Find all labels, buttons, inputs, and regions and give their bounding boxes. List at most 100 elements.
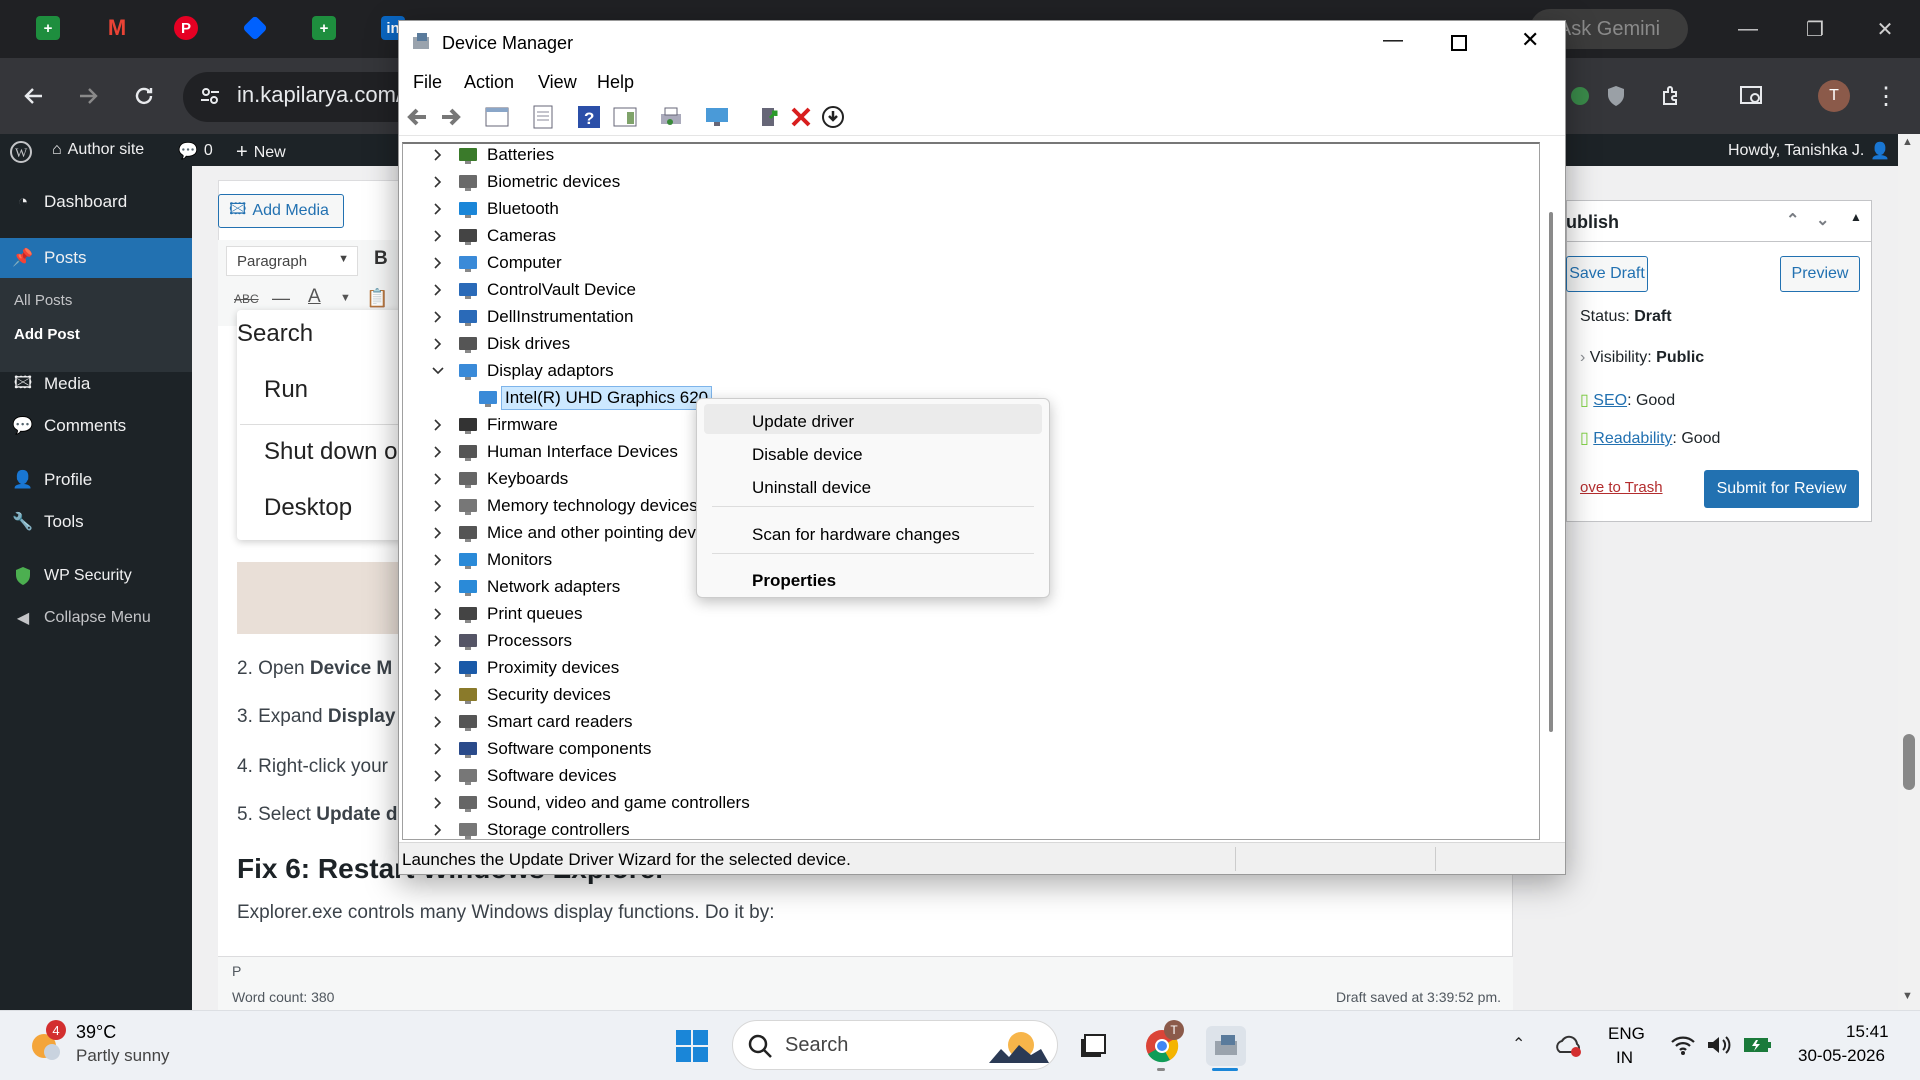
sidebar-item-dashboard[interactable]: ◔ Dashboard [0, 186, 192, 218]
battery-charging-icon[interactable] [1742, 1032, 1774, 1056]
readability-link[interactable]: Readability [1593, 430, 1672, 447]
tab-pinterest[interactable]: P [168, 10, 204, 46]
show-hide-console-tree-icon[interactable] [484, 104, 510, 130]
update-driver-icon[interactable] [756, 104, 782, 130]
submit-for-review-button[interactable]: Submit for Review [1704, 470, 1859, 508]
tree-item[interactable]: Proximity devices [429, 655, 619, 681]
weather-condition[interactable]: Partly sunny [76, 1046, 170, 1066]
chevron-right-icon[interactable] [429, 416, 447, 434]
tree-item[interactable]: Software devices [429, 763, 616, 789]
tree-item[interactable]: Processors [429, 628, 572, 654]
tree-item[interactable]: Cameras [429, 223, 556, 249]
move-down-icon[interactable]: ⌄ [1816, 210, 1829, 230]
wifi-icon[interactable] [1670, 1034, 1696, 1056]
comments-link[interactable]: 💬 0 [178, 141, 213, 161]
menu-file[interactable]: File [413, 72, 442, 93]
chevron-right-icon[interactable] [429, 254, 447, 272]
tab-search-icon[interactable] [1736, 80, 1768, 112]
site-name-link[interactable]: ⌂ Author site [52, 141, 144, 159]
taskbar-search-box[interactable]: Search [732, 1020, 1058, 1070]
save-draft-button[interactable]: Save Draft [1566, 256, 1648, 292]
close-icon[interactable]: ✕ [1870, 14, 1900, 44]
disable-device-icon[interactable] [820, 104, 846, 130]
tree-item[interactable]: Firmware [429, 412, 558, 438]
tree-item[interactable]: Network adapters [429, 574, 620, 600]
tree-item[interactable]: Disk drives [429, 331, 570, 357]
bold-button[interactable]: B [374, 248, 388, 270]
chevron-right-icon[interactable] [429, 443, 447, 461]
tab-meet-2[interactable]: + [306, 10, 342, 46]
chevron-right-icon[interactable] [429, 470, 447, 488]
chevron-right-icon[interactable] [429, 200, 447, 218]
chevron-right-icon[interactable] [429, 524, 447, 542]
chevron-right-icon[interactable] [429, 821, 447, 839]
horizontal-line-icon[interactable]: — [272, 288, 290, 309]
strikethrough-icon[interactable]: ABC [234, 292, 259, 306]
uninstall-device-icon[interactable] [788, 104, 814, 130]
clock-date[interactable]: 30-05-2026 [1798, 1046, 1885, 1066]
chevron-right-icon[interactable] [429, 740, 447, 758]
chevron-right-icon[interactable] [429, 659, 447, 677]
chevron-right-icon[interactable] [429, 335, 447, 353]
tree-item[interactable]: DellInstrumentation [429, 304, 633, 330]
help-icon[interactable]: ? [576, 104, 602, 130]
tree-item[interactable]: Batteries [429, 144, 554, 168]
volume-icon[interactable] [1706, 1034, 1732, 1056]
chevron-right-icon[interactable] [429, 632, 447, 650]
text-color-icon[interactable]: A [308, 286, 321, 308]
tree-item[interactable]: Print queues [429, 601, 582, 627]
tree-item[interactable]: Security devices [429, 682, 611, 708]
chevron-right-icon[interactable] [429, 686, 447, 704]
sidebar-item-wp-security[interactable]: WP Security [0, 560, 192, 592]
sidebar-item-comments[interactable]: 💬 Comments [0, 410, 192, 442]
site-info-icon[interactable] [194, 80, 226, 112]
start-windows-icon[interactable] [672, 1026, 712, 1066]
chevron-right-icon[interactable] [429, 605, 447, 623]
tree-item-selected-device[interactable]: Intel(R) UHD Graphics 620 [467, 385, 713, 411]
chevron-right-icon[interactable] [429, 794, 447, 812]
tree-item[interactable]: Bluetooth [429, 196, 559, 222]
weather-temperature[interactable]: 39°C [76, 1022, 116, 1043]
page-scrollbar[interactable]: ▲ ▼ [1898, 134, 1920, 1010]
chevron-right-icon[interactable] [429, 281, 447, 299]
reload-icon[interactable] [128, 80, 160, 112]
chevron-right-icon[interactable] [429, 551, 447, 569]
back-arrow-icon[interactable] [404, 104, 430, 130]
menu-item-update-driver[interactable]: Update driver [700, 406, 1046, 436]
chevron-right-icon[interactable] [429, 308, 447, 326]
sidebar-collapse-menu[interactable]: ◀ Collapse Menu [0, 602, 192, 634]
tab-gmail[interactable]: M [99, 10, 135, 46]
submenu-add-post[interactable]: Add Post [14, 326, 80, 343]
properties-page-icon[interactable] [530, 104, 556, 130]
menu-help[interactable]: Help [597, 72, 634, 93]
chevron-right-icon[interactable] [429, 227, 447, 245]
menu-item-scan-hardware[interactable]: Scan for hardware changes [700, 519, 1046, 549]
tree-item[interactable]: Smart card readers [429, 709, 633, 735]
wordpress-logo-icon[interactable]: W [10, 141, 32, 163]
minimize-icon[interactable]: — [1383, 29, 1403, 52]
menu-item-disable-device[interactable]: Disable device [700, 439, 1046, 469]
device-tree-scrollbar-thumb[interactable] [1549, 212, 1553, 732]
tree-item[interactable]: Display adaptors [429, 358, 614, 384]
tree-item[interactable]: ControlVault Device [429, 277, 636, 303]
tree-item[interactable]: Mice and other pointing devices [429, 520, 726, 546]
add-media-button[interactable]: 🖾 Add Media [218, 194, 344, 228]
chevron-right-icon[interactable] [429, 767, 447, 785]
clock-time[interactable]: 15:41 [1846, 1022, 1889, 1042]
printer-icon[interactable] [658, 104, 684, 130]
forward-icon[interactable] [72, 80, 104, 112]
move-up-icon[interactable]: ⌃ [1786, 210, 1799, 230]
language-primary[interactable]: ENG [1608, 1024, 1645, 1044]
howdy-account-link[interactable]: Howdy, Tanishka J. 👤 [1728, 141, 1890, 161]
scroll-up-icon[interactable]: ▲ [1902, 136, 1913, 148]
tree-item[interactable]: Biometric devices [429, 169, 620, 195]
tree-item[interactable]: Keyboards [429, 466, 568, 492]
menu-item-properties[interactable]: Properties [700, 565, 1046, 595]
tree-item[interactable]: Software components [429, 736, 651, 762]
device-manager-taskbar-icon[interactable] [1206, 1026, 1246, 1066]
page-scrollbar-thumb[interactable] [1903, 734, 1915, 790]
scroll-down-icon[interactable]: ▼ [1902, 990, 1913, 1002]
tab-dropbox[interactable] [237, 10, 273, 46]
paste-text-icon[interactable]: 📋 [366, 288, 388, 309]
show-hidden-icons-chevron[interactable]: ⌃ [1512, 1034, 1525, 1054]
